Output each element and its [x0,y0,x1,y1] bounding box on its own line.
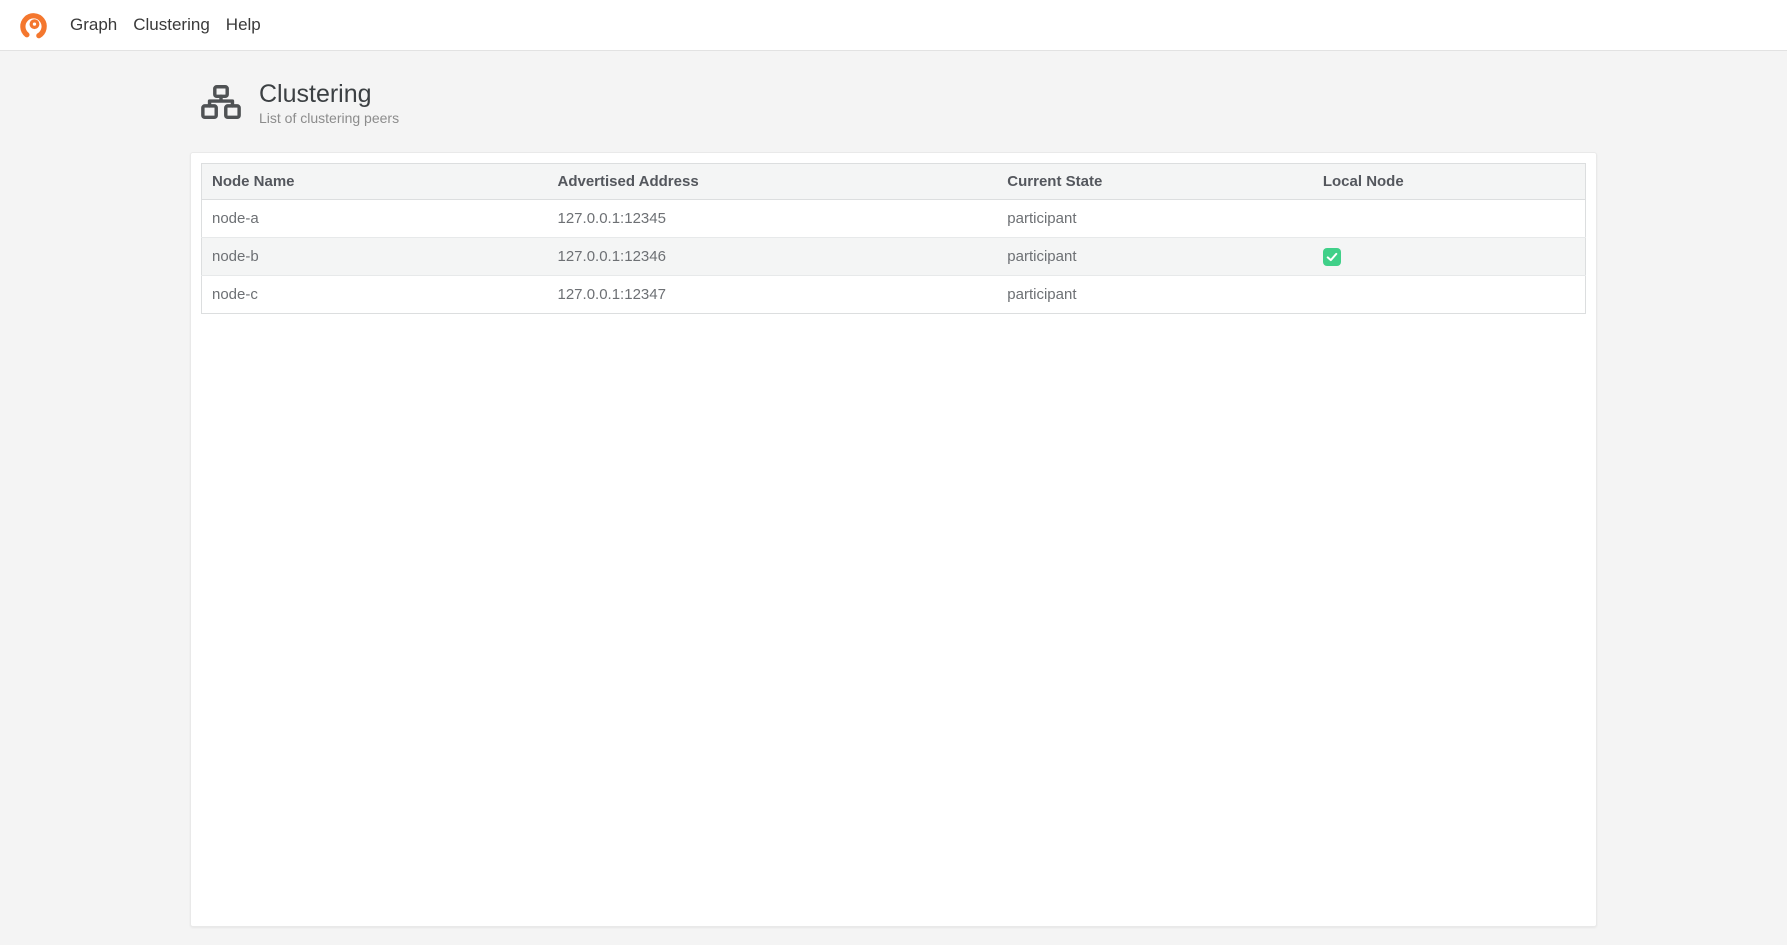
page-header-titles: Clustering List of clustering peers [259,80,399,126]
col-header-node-name: Node Name [202,164,548,200]
cell-local-node [1313,200,1586,238]
page-title: Clustering [259,80,399,108]
peers-table-head: Node Name Advertised Address Current Sta… [202,164,1586,200]
app-logo swirl-icon[interactable] [18,10,49,41]
table-row: node-b127.0.0.1:12346participant [202,238,1586,276]
nav-item-graph[interactable]: Graph [62,9,125,41]
cell-node-name: node-a [202,200,548,238]
local-node-check-icon [1323,248,1341,266]
top-navbar: Graph Clustering Help [0,0,1787,51]
peers-card: Node Name Advertised Address Current Sta… [190,152,1597,927]
cell-current-state: participant [997,276,1313,314]
cell-advertised-address: 127.0.0.1:12346 [548,238,998,276]
cell-advertised-address: 127.0.0.1:12347 [548,276,998,314]
col-header-local-node: Local Node [1313,164,1586,200]
content-area: Clustering List of clustering peers Node… [0,80,1787,945]
table-row: node-c127.0.0.1:12347participant [202,276,1586,314]
page-header: Clustering List of clustering peers [200,80,1597,126]
peers-table-body: node-a127.0.0.1:12345participantnode-b12… [202,200,1586,314]
cell-current-state: participant [997,200,1313,238]
nav-item-clustering[interactable]: Clustering [125,9,218,41]
col-header-current-state: Current State [997,164,1313,200]
header-row: Node Name Advertised Address Current Sta… [202,164,1586,200]
cell-local-node [1313,276,1586,314]
page-subtitle: List of clustering peers [259,110,399,126]
cell-current-state: participant [997,238,1313,276]
cell-node-name: node-c [202,276,548,314]
peers-table: Node Name Advertised Address Current Sta… [201,163,1586,314]
nav-item-help[interactable]: Help [218,9,269,41]
cell-advertised-address: 127.0.0.1:12345 [548,200,998,238]
cell-local-node [1313,238,1586,276]
cell-node-name: node-b [202,238,548,276]
col-header-advertised-address: Advertised Address [548,164,998,200]
lan-icon [200,84,242,122]
table-row: node-a127.0.0.1:12345participant [202,200,1586,238]
main-nav: Graph Clustering Help [62,9,269,41]
